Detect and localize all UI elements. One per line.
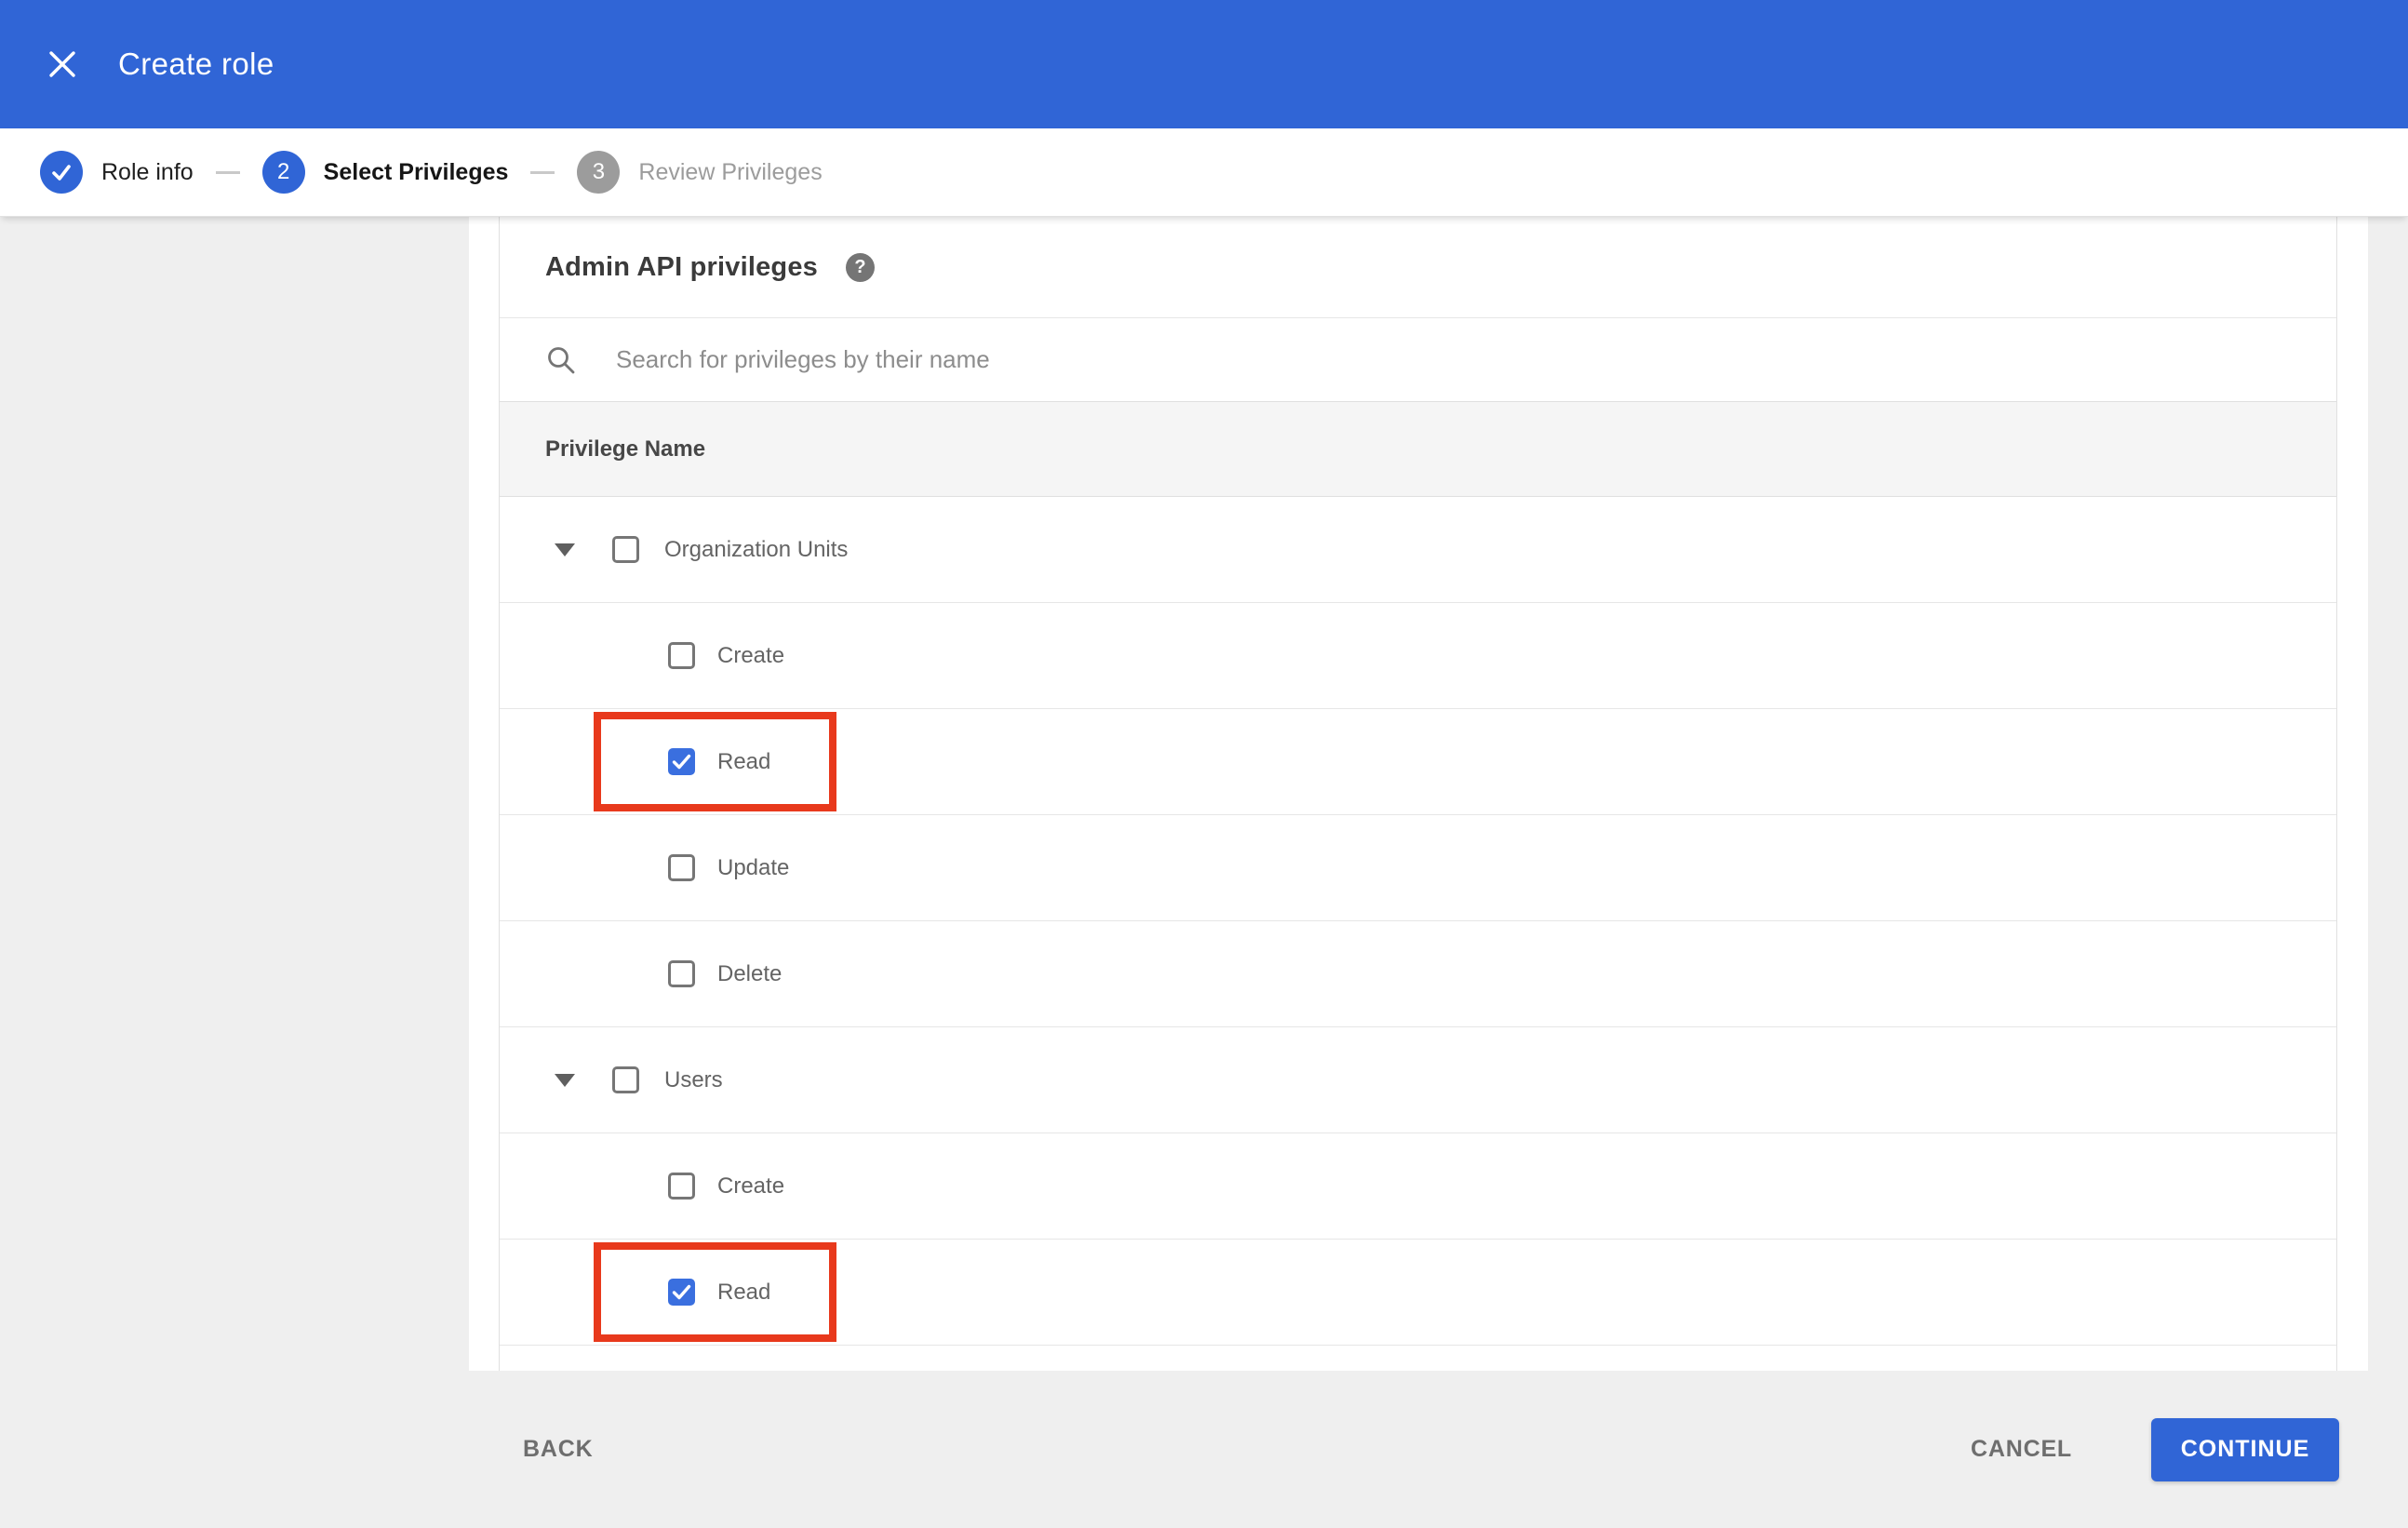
section-title: Admin API privileges — [545, 251, 818, 282]
step-connector — [530, 170, 555, 174]
footer-bar: BACK CANCEL CONTINUE — [0, 1371, 2408, 1528]
privilege-label: Read — [717, 748, 771, 774]
cancel-button[interactable]: CANCEL — [1971, 1436, 2072, 1463]
close-icon[interactable] — [42, 44, 83, 85]
annotation-highlight-box — [594, 712, 836, 811]
org-delete-checkbox[interactable] — [668, 960, 695, 987]
help-icon[interactable]: ? — [846, 252, 875, 282]
check-icon — [672, 1284, 691, 1300]
content-sheet: Admin API privileges ? Privilege Name — [469, 217, 2368, 1371]
privilege-label: Create — [717, 642, 785, 668]
page-title: Create role — [118, 47, 274, 81]
step-number-circle: 3 — [577, 151, 621, 194]
table-row-org-delete: Delete — [500, 921, 2336, 1027]
privilege-label: Update — [717, 854, 790, 880]
check-icon — [52, 165, 71, 181]
privilege-search-row — [500, 317, 2336, 401]
search-input[interactable] — [616, 345, 2012, 374]
privilege-label: Create — [717, 1173, 785, 1199]
check-icon — [672, 754, 691, 770]
stepper: Role info 2 Select Privileges 3 Review P… — [0, 128, 2408, 217]
privileges-panel: Admin API privileges ? Privilege Name — [499, 217, 2337, 1371]
users-read-checkbox[interactable] — [668, 1279, 695, 1306]
table-row-org-read: Read — [500, 709, 2336, 815]
table-row-users-read: Read — [500, 1240, 2336, 1346]
back-button[interactable]: BACK — [523, 1436, 593, 1463]
users-checkbox[interactable] — [612, 1066, 639, 1093]
privilege-label: Read — [717, 1279, 771, 1305]
table-row-org-create: Create — [500, 603, 2336, 709]
org-update-checkbox[interactable] — [668, 854, 695, 881]
create-role-dialog: Create role Role info 2 Select Privilege… — [0, 0, 2408, 1528]
table-row-organization-units: Organization Units — [500, 497, 2336, 603]
chevron-expand-icon[interactable] — [555, 543, 575, 556]
panel-heading: Admin API privileges ? — [500, 217, 2336, 317]
users-create-checkbox[interactable] — [668, 1173, 695, 1200]
column-header-privilege-name: Privilege Name — [545, 436, 706, 462]
table-row-cutoff — [500, 1346, 2336, 1370]
main-area: Admin API privileges ? Privilege Name — [0, 217, 2408, 1371]
org-read-checkbox[interactable] — [668, 748, 695, 775]
table-row-org-update: Update — [500, 815, 2336, 921]
dialog-titlebar: Create role — [0, 0, 2408, 128]
search-icon — [545, 344, 577, 376]
left-background-gutter — [0, 217, 469, 1371]
step-connector — [215, 170, 240, 174]
step-label: Role info — [101, 158, 194, 185]
table-header-row: Privilege Name — [500, 401, 2336, 497]
org-create-checkbox[interactable] — [668, 642, 695, 669]
continue-button[interactable]: CONTINUE — [2151, 1417, 2339, 1481]
step-label: Select Privileges — [323, 158, 509, 185]
step-complete-circle — [40, 151, 83, 194]
annotation-highlight-box — [594, 1242, 836, 1342]
step-label: Review Privileges — [638, 158, 823, 185]
right-background-gutter — [2368, 217, 2408, 1371]
chevron-expand-icon[interactable] — [555, 1073, 575, 1087]
privilege-label: Users — [664, 1066, 723, 1092]
step-select-privileges[interactable]: 2 Select Privileges — [261, 151, 509, 194]
privilege-label: Delete — [717, 960, 783, 986]
step-number-circle: 2 — [261, 151, 305, 194]
table-row-users-create: Create — [500, 1133, 2336, 1240]
step-role-info[interactable]: Role info — [40, 151, 194, 194]
organization-units-checkbox[interactable] — [612, 536, 639, 563]
table-row-users: Users — [500, 1027, 2336, 1133]
step-review-privileges[interactable]: 3 Review Privileges — [577, 151, 823, 194]
privilege-label: Organization Units — [664, 536, 849, 562]
